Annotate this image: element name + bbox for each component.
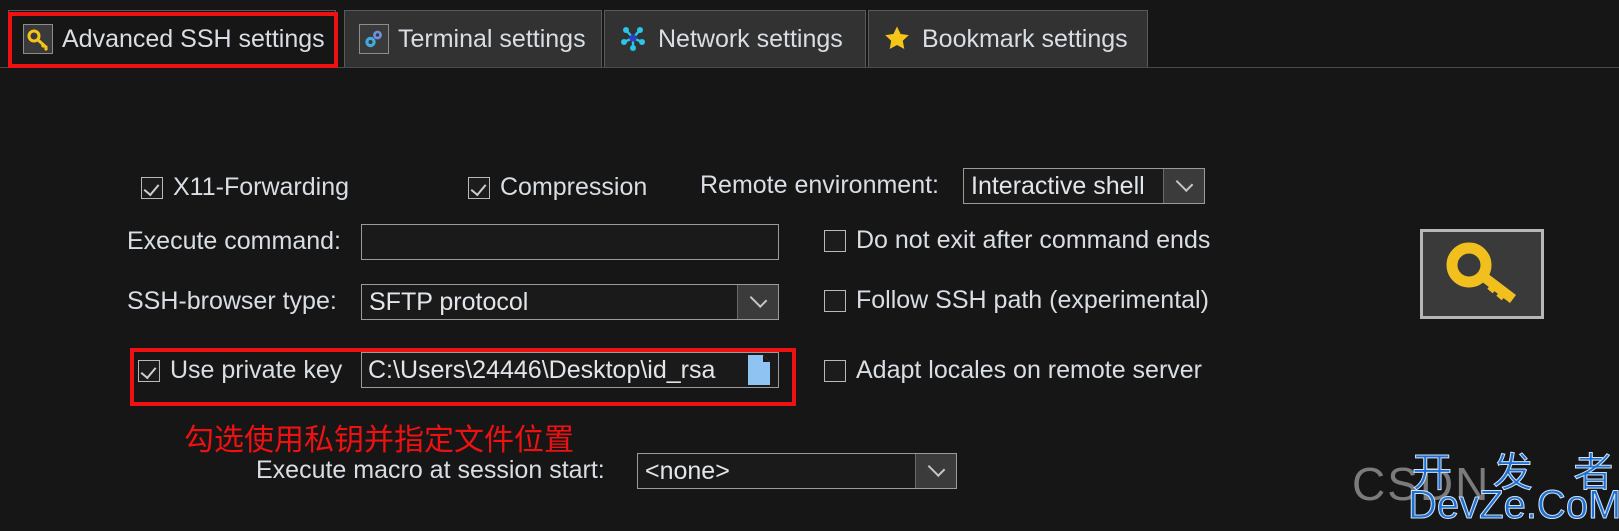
tab-label: Network settings	[658, 24, 843, 53]
key-icon	[23, 24, 53, 54]
file-document-icon[interactable]	[746, 354, 772, 386]
private-key-path-value: C:\Users\24446\Desktop\id_rsa	[368, 355, 716, 384]
compression-label: Compression	[500, 173, 648, 201]
tab-label: Terminal settings	[398, 24, 586, 53]
tab-advanced-ssh-settings[interactable]: Advanced SSH settings	[8, 10, 336, 68]
execute-command-row: Execute command:	[127, 227, 341, 256]
x11-forwarding-label: X11-Forwarding	[173, 173, 350, 201]
private-key-preview-panel	[1420, 229, 1544, 319]
do-not-exit-checkbox[interactable]	[824, 229, 846, 252]
annotation-note-text: 勾选使用私钥并指定文件位置	[184, 423, 574, 458]
tab-terminal-settings[interactable]: Terminal settings	[344, 10, 602, 67]
remote-environment-select[interactable]: Interactive shell	[963, 168, 1205, 204]
chevron-down-icon[interactable]	[1163, 169, 1204, 203]
execute-command-label: Execute command:	[127, 227, 341, 255]
remote-environment-label: Remote environment:	[700, 171, 940, 199]
star-icon	[883, 24, 913, 54]
use-private-key-label: Use private key	[170, 356, 343, 384]
chevron-down-icon[interactable]	[915, 454, 956, 488]
private-key-path-input[interactable]: C:\Users\24446\Desktop\id_rsa	[361, 352, 779, 388]
ssh-browser-type-select[interactable]: SFTP protocol	[361, 284, 779, 320]
tab-bookmark-settings[interactable]: Bookmark settings	[868, 10, 1148, 67]
tab-network-settings[interactable]: Network settings	[604, 10, 866, 67]
chevron-down-icon[interactable]	[737, 285, 778, 319]
tab-label: Bookmark settings	[922, 24, 1128, 53]
follow-ssh-path-checkbox[interactable]	[824, 289, 846, 312]
remote-environment-row: Remote environment:	[700, 171, 939, 200]
use-private-key-checkbox[interactable]	[138, 359, 160, 382]
do-not-exit-label: Do not exit after command ends	[856, 226, 1211, 254]
tab-label: Advanced SSH settings	[62, 24, 325, 53]
use-private-key-checkbox-row[interactable]: Use private key	[138, 356, 342, 385]
network-nodes-icon	[619, 24, 649, 54]
x11-forwarding-checkbox[interactable]	[141, 176, 163, 199]
ssh-browser-type-label: SSH-browser type:	[127, 287, 337, 315]
gears-icon	[359, 24, 389, 54]
compression-checkbox-row[interactable]: Compression	[468, 173, 647, 202]
watermark-devze-en: DevZe.CoM	[1407, 483, 1619, 528]
key-icon	[1443, 241, 1521, 308]
follow-ssh-path-label: Follow SSH path (experimental)	[856, 286, 1209, 314]
compression-checkbox[interactable]	[468, 176, 490, 199]
x11-forwarding-checkbox-row[interactable]: X11-Forwarding	[141, 173, 349, 202]
adapt-locales-label: Adapt locales on remote server	[856, 356, 1203, 384]
adapt-locales-checkbox-row[interactable]: Adapt locales on remote server	[824, 356, 1202, 385]
ssh-browser-type-value: SFTP protocol	[369, 287, 529, 316]
ssh-browser-type-row: SSH-browser type:	[127, 287, 337, 316]
execute-command-input[interactable]	[361, 224, 779, 260]
settings-tab-bar: Advanced SSH settings Terminal settings	[0, 10, 1619, 68]
execute-macro-select[interactable]: <none>	[637, 453, 957, 489]
follow-ssh-path-checkbox-row[interactable]: Follow SSH path (experimental)	[824, 286, 1209, 315]
execute-macro-value: <none>	[645, 456, 730, 485]
adapt-locales-checkbox[interactable]	[824, 359, 846, 382]
remote-environment-value: Interactive shell	[971, 171, 1145, 200]
execute-macro-row: Execute macro at session start:	[256, 456, 605, 485]
execute-macro-label: Execute macro at session start:	[256, 456, 605, 484]
do-not-exit-checkbox-row[interactable]: Do not exit after command ends	[824, 226, 1210, 255]
